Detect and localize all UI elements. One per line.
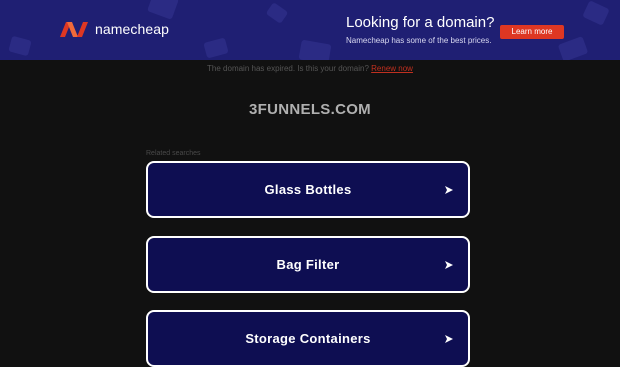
related-search-item[interactable]: Storage Containers	[146, 310, 470, 367]
brand-name: namecheap	[95, 21, 170, 37]
related-search-label: Bag Filter	[276, 257, 340, 272]
promo-title: Looking for a domain?	[346, 14, 495, 31]
related-search-item[interactable]: Bag Filter	[146, 236, 470, 293]
promo-subtitle: Namecheap has some of the best prices.	[346, 36, 492, 45]
promo-banner[interactable]: namecheap Looking for a domain? Namechea…	[0, 0, 620, 60]
renew-now-link[interactable]: Renew now	[371, 64, 413, 73]
learn-more-button[interactable]: Learn more	[500, 25, 564, 39]
related-search-item[interactable]: Glass Bottles	[146, 161, 470, 218]
domain-name: 3FUNNELS.COM	[249, 101, 371, 118]
expired-notice: The domain has expired. Is this your dom…	[0, 60, 620, 78]
arrow-right-icon	[445, 334, 453, 343]
namecheap-logo[interactable]: namecheap	[58, 20, 169, 38]
arrow-right-icon	[445, 185, 453, 194]
related-search-label: Glass Bottles	[264, 182, 352, 197]
expired-notice-text: The domain has expired. Is this your dom…	[207, 64, 369, 73]
arrow-right-icon	[445, 260, 453, 269]
related-search-label: Storage Containers	[245, 331, 371, 346]
namecheap-logo-icon	[60, 22, 88, 37]
related-searches-label: Related searches	[146, 150, 201, 157]
promo-text: Looking for a domain? Namecheap has some…	[346, 14, 494, 45]
